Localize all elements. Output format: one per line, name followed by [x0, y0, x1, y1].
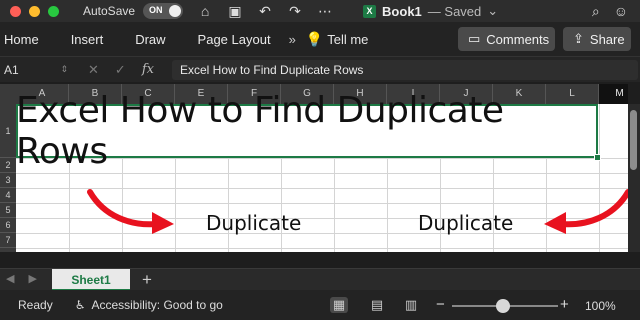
- column-header-m[interactable]: M: [599, 84, 628, 104]
- row-header-4[interactable]: 4: [0, 188, 16, 203]
- ribbon-tabs: Home Insert Draw Page Layout » 💡 Tell me…: [0, 22, 640, 56]
- comments-label: Comments: [486, 31, 550, 47]
- save-icon[interactable]: ▣: [227, 3, 243, 20]
- window-controls: [10, 5, 59, 17]
- more-tabs-icon[interactable]: »: [285, 32, 300, 47]
- title-bar: AutoSave ON ⌂ ▣ ↶ ↷ ⋯ X Book1 — Saved ⌄ …: [0, 0, 640, 22]
- chevron-down-icon[interactable]: ⌄: [487, 3, 498, 19]
- formula-input[interactable]: Excel How to Find Duplicate Rows: [172, 60, 638, 80]
- autosave-toggle[interactable]: ON: [143, 3, 184, 19]
- comments-button[interactable]: ▭ Comments: [458, 27, 555, 51]
- row-header-2[interactable]: 2: [0, 158, 16, 173]
- autosave-state: ON: [149, 5, 163, 15]
- share-button[interactable]: ⇪ Share: [563, 27, 631, 51]
- zoom-in-button[interactable]: +: [560, 296, 569, 313]
- account-icon[interactable]: ☺: [614, 3, 628, 20]
- undo-icon[interactable]: ↶: [257, 3, 273, 20]
- zoom-percent[interactable]: 100%: [585, 299, 616, 313]
- title-bar-right: ⌕ ☺: [592, 3, 628, 20]
- autosave-label: AutoSave: [83, 4, 136, 18]
- sheet-tab-bar: ◀ ▶ Sheet1 +: [0, 268, 640, 291]
- page-layout-view-icon[interactable]: ▤: [368, 297, 386, 313]
- row-header-1[interactable]: 1: [0, 104, 16, 158]
- lightbulb-icon: 💡: [305, 30, 324, 47]
- red-arrow-right: [544, 189, 628, 234]
- row-header-6[interactable]: 6: [0, 218, 16, 233]
- comment-icon: ▭: [468, 31, 481, 46]
- accessibility-label: Accessibility: Good to go: [91, 298, 223, 312]
- formula-actions: ✕ ✓: [88, 62, 126, 78]
- insert-function-icon[interactable]: fx: [142, 62, 154, 77]
- more-options-icon[interactable]: ⋯: [317, 3, 333, 20]
- grid-footer-gap: [0, 252, 640, 268]
- toggle-knob: [169, 5, 182, 17]
- normal-view-icon[interactable]: ▦: [330, 297, 348, 313]
- search-icon[interactable]: ⌕: [592, 3, 600, 20]
- tab-page-layout[interactable]: Page Layout: [184, 32, 285, 47]
- document-title[interactable]: X Book1 — Saved ⌄: [363, 3, 498, 19]
- redo-icon[interactable]: ↷: [287, 3, 303, 20]
- share-label: Share: [589, 31, 625, 47]
- formula-bar: A1 ⇕ ✕ ✓ fx Excel How to Find Duplicate …: [0, 56, 640, 82]
- cancel-icon[interactable]: ✕: [88, 62, 99, 78]
- sheet-tab-sheet1[interactable]: Sheet1: [52, 269, 130, 291]
- gridline: [16, 248, 628, 249]
- status-ready: Ready: [18, 298, 53, 312]
- duplicate-label-right: Duplicate: [418, 211, 514, 235]
- gridline: [16, 173, 628, 174]
- excel-app-icon: X: [363, 4, 377, 18]
- scrollbar-thumb[interactable]: [630, 110, 637, 170]
- duplicate-label-left: Duplicate: [206, 211, 302, 235]
- accessibility-icon: ♿: [74, 298, 86, 312]
- share-icon: ⇪: [573, 31, 584, 46]
- home-icon[interactable]: ⌂: [197, 3, 213, 19]
- status-bar: Ready ♿ Accessibility: Good to go ▦ ▤ ▥ …: [0, 290, 640, 320]
- page-break-view-icon[interactable]: ▥: [402, 297, 420, 313]
- add-sheet-button[interactable]: +: [142, 270, 152, 290]
- name-box-value: A1: [4, 62, 19, 77]
- vertical-scrollbar[interactable]: [628, 104, 640, 252]
- tell-me-search[interactable]: Tell me: [327, 32, 368, 47]
- sheet-nav: ◀ ▶: [6, 272, 37, 285]
- row-headers: 1 2 3 4 5 6 7: [0, 104, 16, 252]
- tab-draw[interactable]: Draw: [121, 32, 179, 47]
- accessibility-status[interactable]: ♿ Accessibility: Good to go: [75, 298, 223, 312]
- cell-a1-text: Excel How to Find Duplicate Rows: [16, 90, 504, 172]
- next-sheet-icon[interactable]: ▶: [28, 272, 36, 285]
- enter-icon[interactable]: ✓: [115, 62, 126, 78]
- cell-area[interactable]: Excel How to Find Duplicate Rows Duplica…: [16, 90, 628, 252]
- row-header-5[interactable]: 5: [0, 203, 16, 218]
- tab-insert[interactable]: Insert: [57, 32, 118, 47]
- tab-home[interactable]: Home: [0, 32, 53, 47]
- spreadsheet-grid[interactable]: A B C E F G H I J K L M 1 2 3 4 5 6 7 Ex…: [0, 84, 628, 252]
- document-name: Book1: [382, 3, 422, 19]
- zoom-out-button[interactable]: −: [436, 296, 445, 313]
- close-window-button[interactable]: [10, 5, 21, 17]
- minimize-window-button[interactable]: [29, 5, 40, 17]
- document-save-status: — Saved: [427, 3, 482, 19]
- previous-sheet-icon[interactable]: ◀: [6, 272, 14, 285]
- red-arrow-left: [87, 189, 174, 234]
- zoom-slider-knob[interactable]: [496, 299, 510, 313]
- zoom-window-button[interactable]: [48, 5, 59, 17]
- name-box-stepper-icon[interactable]: ⇕: [60, 64, 68, 75]
- name-box[interactable]: A1 ⇕: [0, 60, 74, 80]
- row-header-7[interactable]: 7: [0, 233, 16, 248]
- select-all-corner[interactable]: [0, 84, 16, 104]
- row-header-3[interactable]: 3: [0, 173, 16, 188]
